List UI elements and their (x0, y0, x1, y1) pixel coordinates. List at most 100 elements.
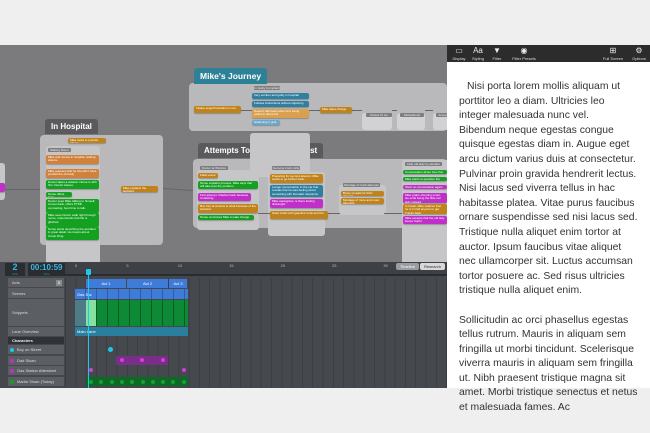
display-icon: ▭ (455, 46, 463, 55)
story-card[interactable]: Bus foot at window is what because of th… (198, 204, 258, 213)
toolbar-button-styling[interactable]: Aa Styling (470, 45, 486, 62)
time-ruler[interactable] (65, 262, 447, 276)
character-color-dot (10, 369, 14, 373)
group-title-tab[interactable]: Mike's Journey (194, 68, 268, 84)
time: 00:10:59 (30, 263, 63, 272)
playhead[interactable] (88, 270, 89, 388)
tab-research[interactable]: Research (420, 263, 445, 270)
toolbar-label: Full Screen (602, 56, 624, 61)
character-name: Gas Station Attendant (17, 368, 56, 373)
eye-icon: ◉ (520, 46, 528, 55)
ruler-tick-label: 10 (177, 263, 183, 268)
character-appearance[interactable] (161, 358, 165, 362)
column-header: Motivational (400, 113, 424, 117)
count-label: Acts (12, 272, 18, 276)
story-card[interactable]: Very somber and guilty in hospital (252, 93, 309, 99)
column-header: Genuine truck visits (272, 166, 300, 170)
story-card[interactable]: Mike apologizes, is there feeling distra… (270, 199, 323, 208)
character-appearance[interactable] (140, 380, 145, 384)
act-block[interactable]: Act 3 (169, 279, 187, 288)
story-card[interactable]: Mike guesses that he shouldn't have push… (46, 169, 99, 178)
story-card[interactable]: Conversation about how this is (403, 170, 447, 174)
story-board-canvas[interactable]: Mike's JourneyIn HospitalAttempts To Cha… (0, 45, 447, 262)
toolbar-label: Filter Presets (512, 56, 536, 61)
character-appearance[interactable] (120, 358, 124, 362)
story-card[interactable]: First attempt. Flashes back because of w… (198, 193, 251, 201)
character-color-dot (10, 379, 14, 384)
scene-track[interactable]: Gas Sta (75, 289, 188, 299)
character-appearance[interactable] (119, 380, 124, 384)
toolbar-label: Filter (492, 56, 502, 61)
time-label: Time (43, 272, 50, 276)
character-appearance[interactable] (109, 380, 114, 384)
story-card[interactable]: Doesn't talk back when he's being yelled… (252, 109, 309, 118)
character-appearance[interactable] (89, 380, 93, 384)
story-card[interactable]: Initiate anger/frustration in car (194, 106, 241, 113)
story-card[interactable]: Longer conversation in the car that reve… (270, 185, 323, 197)
row-label-lane-overview: Lane Overview (8, 327, 64, 337)
character-appearance[interactable] (182, 368, 186, 372)
toolbar-button-filter[interactable]: ▼ Filter (489, 45, 505, 62)
act-block[interactable]: Act 2 (127, 279, 168, 288)
column-header: Montage of truck attempts (343, 183, 380, 187)
playhead-handle[interactable] (86, 269, 91, 275)
connector (258, 213, 270, 214)
story-card[interactable]: Doctor sees Mike talking to himself, com… (46, 199, 99, 213)
right-panel-toolbar: ▭ Display Aa Styling ▼ Filter ◉ Filter Presets ⊞… (447, 45, 650, 62)
story-card[interactable]: In break. Mike realizes that he is in he… (403, 204, 447, 214)
story-card[interactable]: Preparing for second attempt. Mike wants… (270, 174, 323, 183)
story-card[interactable]: Montage of more and more attempts (341, 198, 384, 204)
story-card[interactable]: Mike starts to question the nurse (403, 177, 447, 181)
character-row[interactable]: Dad Sloan (8, 355, 64, 366)
character-row[interactable]: Martin Sloan (Today) (8, 376, 64, 387)
paragraph: Sollicitudin ac orci phasellus egestas t… (459, 314, 638, 414)
story-card[interactable]: Nurse explains process. Mike says that w… (198, 181, 258, 189)
toolbar-button-full-screen[interactable]: ⊞ Full Screen (601, 45, 625, 62)
story-card[interactable]: Mike looks in a photo album (68, 138, 106, 143)
connector (158, 187, 198, 192)
story-card[interactable]: Nurse convinces Mike to take charge (198, 215, 254, 220)
story-card[interactable]: Giant crash with gasoline truck and fire (270, 211, 328, 219)
toolbar-label: Styling (471, 56, 484, 61)
tab-timeline[interactable]: Timeline (396, 263, 419, 270)
toolbar-button-display[interactable]: ▭ Display (451, 45, 467, 62)
toolbar-button-options[interactable]: ⚙ Options (629, 45, 649, 62)
character-appearance[interactable] (108, 347, 113, 352)
character-name: Boy on Street (17, 347, 42, 352)
story-card[interactable]: Doctor takes a sidebar. Nurse is with hi… (46, 180, 99, 189)
character-row[interactable]: Boy on Street (8, 345, 64, 355)
characters-header[interactable]: Characters (8, 337, 64, 345)
story-card[interactable]: Bruce reveals for third attempt (341, 191, 384, 196)
column-header: Accept (436, 113, 447, 117)
story-card[interactable]: Short on conversation again (403, 185, 447, 189)
story-card[interactable]: Mike explains the accident (121, 186, 158, 192)
character-appearance[interactable] (89, 368, 93, 372)
story-card[interactable]: Flash event (198, 173, 218, 178)
column-header: In Guilty Complaint (254, 86, 280, 90)
filter-icon: ▼ (493, 46, 501, 55)
group-title-tab[interactable]: In Hospital (45, 119, 98, 134)
story-card[interactable]: Nurse offers help (46, 192, 72, 197)
story-card[interactable]: Mike and nurses in hospital, waiting sil… (46, 155, 99, 164)
story-card[interactable]: Stuttering in guilt (252, 120, 280, 125)
document-text-panel[interactable]: Nisi porta lorem mollis aliquam ut portt… (447, 62, 650, 413)
story-card[interactable]: Mike takes charge (320, 107, 352, 113)
partial-group (0, 163, 5, 200)
character-appearance[interactable] (150, 380, 155, 384)
act-block[interactable]: Act 1 (86, 279, 126, 288)
lane-overview-track[interactable]: Main Lane (75, 327, 188, 336)
acts-count-badge: 5 (56, 280, 62, 286)
character-row[interactable]: Gas Station Attendant (8, 366, 64, 376)
story-card[interactable]: Mike grabs shooting smart. He ends being… (403, 193, 447, 203)
toolbar-button-filter-presets[interactable]: ◉ Filter Presets (509, 45, 539, 62)
snippet-block[interactable] (75, 300, 86, 326)
story-card[interactable]: Mike sees Doctor walk right through nurs… (46, 213, 99, 227)
styling-icon: Aa (473, 46, 483, 55)
character-appearance[interactable] (181, 380, 186, 384)
story-card[interactable]: Nurse starts describing the accident in … (46, 227, 99, 240)
story-card[interactable]: Mike accepts that the old lady keeps Sop… (403, 216, 447, 224)
story-card[interactable]: Follows instructions without objecting (252, 101, 309, 107)
partial-card[interactable] (0, 183, 5, 192)
character-appearance[interactable] (140, 358, 144, 362)
time-display: 00:10:59 Time (28, 263, 65, 276)
